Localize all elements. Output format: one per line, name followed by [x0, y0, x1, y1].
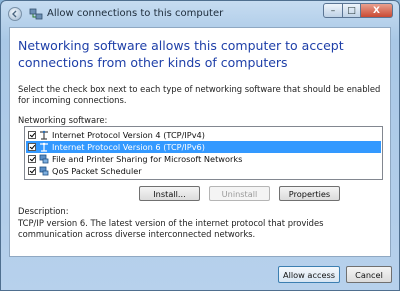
checkbox[interactable]	[28, 155, 36, 163]
properties-button[interactable]: Properties	[279, 186, 340, 201]
window-controls: – □ X	[323, 3, 393, 19]
description-label: Description:	[18, 206, 69, 216]
uninstall-button[interactable]: Uninstall	[209, 186, 270, 201]
network-icon	[29, 8, 43, 20]
software-list-label: Networking software:	[18, 115, 108, 125]
description-text: TCP/IP version 6. The latest version of …	[18, 218, 324, 239]
list-item-label: File and Printer Sharing for Microsoft N…	[52, 154, 243, 164]
instructions-text: Select the check box next to each type o…	[18, 84, 381, 105]
page-heading: Networking software allows this computer…	[18, 38, 344, 70]
list-item-label: Internet Protocol Version 6 (TCP/IPv6)	[52, 142, 205, 152]
list-item[interactable]: QoS Packet Scheduler	[26, 165, 381, 177]
network-service-icon	[39, 154, 49, 164]
allow-access-button[interactable]: Allow access	[278, 266, 340, 283]
close-button[interactable]: X	[361, 3, 393, 18]
minimize-button[interactable]: –	[323, 3, 343, 18]
network-service-icon	[39, 166, 49, 176]
content-panel: Networking software allows this computer…	[9, 27, 391, 257]
title-bar[interactable]: Allow connections to this computer – □ X	[1, 1, 399, 27]
install-button[interactable]: Install...	[139, 186, 200, 201]
checkbox[interactable]	[28, 167, 36, 175]
maximize-button[interactable]: □	[343, 3, 361, 18]
network-protocol-icon	[40, 130, 48, 140]
cancel-button[interactable]: Cancel	[346, 266, 392, 283]
network-protocol-icon	[40, 142, 48, 152]
back-button[interactable]	[8, 7, 22, 21]
list-item-label: Internet Protocol Version 4 (TCP/IPv4)	[52, 130, 205, 140]
list-item[interactable]: Internet Protocol Version 4 (TCP/IPv4)	[26, 129, 381, 141]
list-item-label: QoS Packet Scheduler	[52, 166, 142, 176]
window-title: Allow connections to this computer	[47, 8, 224, 19]
back-arrow-icon	[12, 10, 17, 18]
checkbox[interactable]	[28, 131, 36, 139]
list-item[interactable]: Internet Protocol Version 6 (TCP/IPv6)	[26, 141, 381, 153]
software-listbox[interactable]: Internet Protocol Version 4 (TCP/IPv4) I…	[24, 126, 383, 180]
checkbox[interactable]	[28, 143, 36, 151]
list-item[interactable]: File and Printer Sharing for Microsoft N…	[26, 153, 381, 165]
dialog-window: Allow connections to this computer – □ X…	[0, 0, 400, 291]
